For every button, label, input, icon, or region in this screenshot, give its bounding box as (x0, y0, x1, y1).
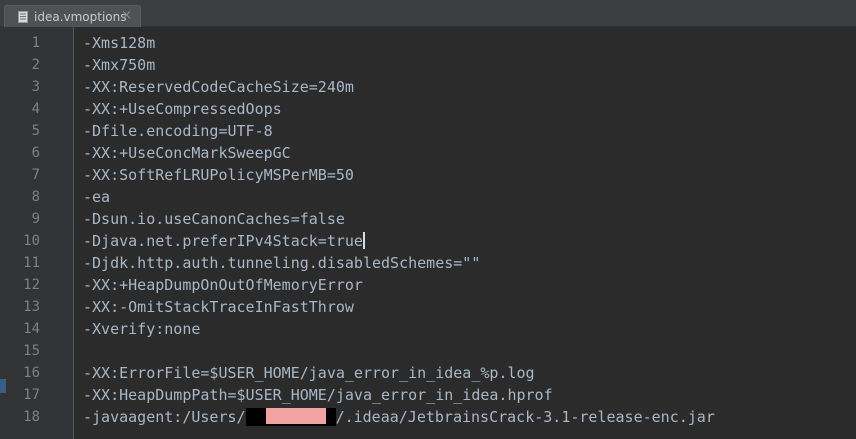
code-line[interactable] (83, 340, 853, 362)
line-number: 17 (23, 387, 40, 403)
file-icon (18, 10, 28, 23)
code-line[interactable]: -Xmx750m (83, 54, 853, 76)
line-number: 18 (23, 409, 40, 425)
line-number: 2 (31, 57, 40, 73)
code-line[interactable]: -Dfile.encoding=UTF-8 (83, 120, 853, 142)
code-line[interactable]: -ea (83, 186, 853, 208)
tab-label: idea.vmoptions (34, 9, 127, 24)
line-number: 13 (23, 299, 40, 315)
redaction-highlight (265, 408, 326, 424)
line-number: 6 (31, 145, 40, 161)
code-line[interactable]: -Xms128m (83, 32, 853, 54)
text-caret (362, 232, 365, 249)
line-number: 11 (23, 255, 40, 271)
code-line-javaagent[interactable]: -javaagent:/Users/ /.ideaa/JetbrainsCrack… (83, 406, 853, 428)
redaction-box (245, 408, 336, 426)
javaagent-prefix: -javaagent:/Users/ (83, 408, 246, 426)
code-line[interactable]: -XX:+UseConcMarkSweepGC (83, 142, 853, 164)
line-number: 8 (31, 189, 40, 205)
code-line[interactable]: -XX:+HeapDumpOnOutOfMemoryError (83, 274, 853, 296)
code-line[interactable]: -XX:ReservedCodeCacheSize=240m (83, 76, 853, 98)
tab-idea-vmoptions[interactable]: idea.vmoptions × (4, 5, 141, 27)
code-line[interactable]: -XX:ErrorFile=$USER_HOME/java_error_in_i… (83, 362, 853, 384)
code-line[interactable]: -Dsun.io.useCanonCaches=false (83, 208, 853, 230)
line-number: 15 (23, 343, 40, 359)
code-line[interactable]: -XX:-OmitStackTraceInFastThrow (83, 296, 853, 318)
line-number: 16 (23, 365, 40, 381)
code-line[interactable]: -Xverify:none (83, 318, 853, 340)
code-line[interactable]: -XX:+UseCompressedOops (83, 98, 853, 120)
code-editor[interactable]: 1 2 3 4 5 6 7 8 9 10 11 12 13 14 15 16 17 18 -Xms128m -Xm… (0, 27, 856, 439)
code-line-text: -Djava.net.preferIPv4Stack=true (83, 232, 363, 250)
line-number: 14 (23, 321, 40, 337)
code-line[interactable]: -XX:HeapDumpPath=$USER_HOME/java_error_i… (83, 384, 853, 406)
line-number: 3 (31, 79, 40, 95)
editor-tab-bar: idea.vmoptions × (0, 0, 856, 27)
line-number: 10 (23, 233, 40, 249)
line-number: 9 (31, 211, 40, 227)
line-number: 4 (31, 101, 40, 117)
close-icon[interactable]: × (121, 8, 132, 23)
javaagent-suffix: /.ideaa/JetbrainsCrack-3.1-release-enc.j… (335, 408, 715, 426)
code-line-current[interactable]: -Djava.net.preferIPv4Stack=true (83, 230, 853, 252)
line-number: 5 (31, 123, 40, 139)
code-line[interactable]: -XX:SoftRefLRUPolicyMSPerMB=50 (83, 164, 853, 186)
line-number: 7 (31, 167, 40, 183)
line-number-gutter: 1 2 3 4 5 6 7 8 9 10 11 12 13 14 15 16 17 18 (0, 27, 74, 439)
line-number: 12 (23, 277, 40, 293)
code-line[interactable]: -Djdk.http.auth.tunneling.disabledScheme… (83, 252, 853, 274)
line-numbers: 1 2 3 4 5 6 7 8 9 10 11 12 13 14 15 16 17 18 (0, 32, 40, 428)
code-area[interactable]: -Xms128m -Xmx750m -XX:ReservedCodeCacheS… (83, 32, 853, 428)
line-number: 1 (31, 35, 40, 51)
